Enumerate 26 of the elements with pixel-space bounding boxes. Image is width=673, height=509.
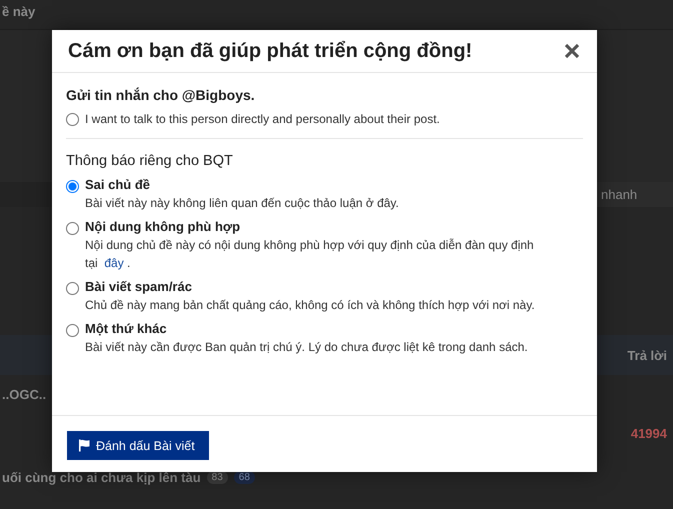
option-description: Chủ đề này mang bản chất quảng cáo, không có ích và không thích hợp với nơi này. (85, 297, 536, 314)
radio-button[interactable] (66, 180, 79, 193)
radio-button[interactable] (66, 282, 79, 295)
flag-icon (78, 439, 90, 452)
option-label[interactable]: I want to talk to this person directly and personally about their post. (85, 112, 440, 126)
radio-button[interactable] (66, 222, 79, 235)
section-heading: Thông báo riêng cho BQT (66, 153, 234, 169)
option-description: Bài viết này này không liên quan đến cuộc thảo luận ở đây. (85, 195, 400, 212)
thread-title[interactable]: uối cùng cho ai chưa kịp lên tàu (2, 470, 201, 484)
radio-button[interactable] (66, 324, 79, 337)
option-description: Bài viết này cần được Ban quản trị chú ý. Lý do chưa được liệt kê trong danh sách. (85, 339, 529, 356)
dialog-title: Cám ơn bạn đã giúp phát triển cộng đồng! (68, 40, 472, 62)
rules-link[interactable]: đây (104, 256, 124, 270)
column-header: Trả lời (627, 348, 667, 362)
flag-post-button[interactable]: Đánh dấu Bài viết (67, 431, 209, 460)
option-label[interactable]: Sai chủ đề (85, 177, 545, 192)
option-label[interactable]: Bài viết spam/rác (85, 279, 545, 294)
option-label[interactable]: Một thứ khác (85, 321, 545, 336)
option-description: Nội dung chủ đề này có nội dung không phù hợp với quy định của diễn đàn quy định tại đây . (85, 237, 535, 272)
reply-count: 41994 (630, 426, 667, 440)
radio-button[interactable] (66, 112, 79, 126)
section-heading: Gửi tin nhắn cho @Bigboys. (66, 87, 256, 103)
close-icon[interactable] (564, 43, 580, 59)
thread-title[interactable]: ..OGC.. (2, 386, 46, 402)
option-label[interactable]: Nội dung không phù hợp (85, 219, 545, 234)
header-text: ề này (2, 4, 36, 19)
